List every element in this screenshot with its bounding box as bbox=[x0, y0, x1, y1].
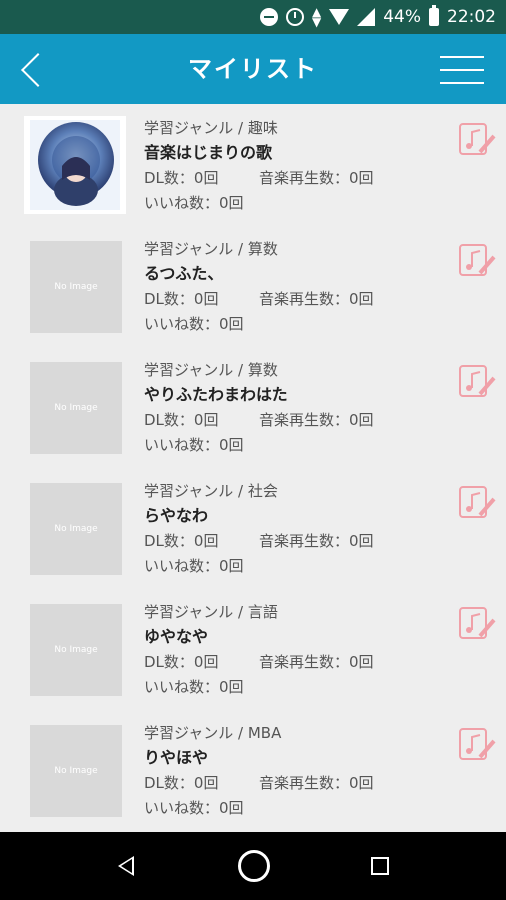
app-header: マイリスト bbox=[0, 34, 506, 104]
download-count: DL数：0回 bbox=[144, 290, 219, 308]
wifi-icon bbox=[329, 9, 350, 25]
item-genre: 学習ジャンル / 言語 bbox=[144, 603, 278, 621]
like-count: いいね数：0回 bbox=[144, 194, 244, 212]
data-transfer-icon: ▲ ▼ bbox=[311, 5, 322, 29]
nav-back-icon[interactable] bbox=[118, 856, 134, 876]
do-not-disturb-icon bbox=[259, 8, 278, 26]
no-image-placeholder: No Image bbox=[30, 483, 122, 575]
play-count: 音楽再生数：0回 bbox=[259, 532, 374, 550]
play-count: 音楽再生数：0回 bbox=[259, 774, 374, 792]
thumbnail-image bbox=[24, 116, 126, 214]
item-genre: 学習ジャンル / 社会 bbox=[144, 482, 278, 500]
no-image-placeholder: No Image bbox=[30, 604, 122, 696]
download-count: DL数：0回 bbox=[144, 653, 219, 671]
music-edit-icon[interactable] bbox=[458, 241, 498, 281]
download-count: DL数：0回 bbox=[144, 169, 219, 187]
music-edit-icon[interactable] bbox=[458, 483, 498, 523]
music-edit-icon[interactable] bbox=[458, 120, 498, 160]
play-count: 音楽再生数：0回 bbox=[259, 290, 374, 308]
status-bar: ▲ ▼ 44% 22:02 bbox=[0, 0, 506, 34]
alarm-icon bbox=[285, 8, 304, 26]
play-count: 音楽再生数：0回 bbox=[259, 411, 374, 429]
item-title: りやほや bbox=[144, 748, 209, 767]
item-genre: 学習ジャンル / MBA bbox=[144, 724, 282, 742]
like-count: いいね数：0回 bbox=[144, 436, 244, 454]
signal-icon bbox=[357, 8, 376, 26]
like-count: いいね数：0回 bbox=[144, 315, 244, 333]
hamburger-menu-icon[interactable] bbox=[440, 56, 484, 84]
no-image-placeholder: No Image bbox=[30, 241, 122, 333]
clock: 22:02 bbox=[447, 7, 496, 27]
music-edit-icon[interactable] bbox=[458, 725, 498, 765]
list-item[interactable]: No Image 学習ジャンル / 算数 やりふたわまわはた DL数：0回 音楽… bbox=[0, 346, 506, 467]
list-item[interactable]: No Image 学習ジャンル / 言語 ゆやなや DL数：0回 音楽再生数：0… bbox=[0, 588, 506, 709]
like-count: いいね数：0回 bbox=[144, 678, 244, 696]
item-title: 音楽はじまりの歌 bbox=[144, 143, 273, 162]
play-count: 音楽再生数：0回 bbox=[259, 653, 374, 671]
like-count: いいね数：0回 bbox=[144, 557, 244, 575]
music-edit-icon[interactable] bbox=[458, 362, 498, 402]
list-item[interactable]: No Image 学習ジャンル / MBA りやほや DL数：0回 音楽再生数：… bbox=[0, 709, 506, 830]
item-genre: 学習ジャンル / 算数 bbox=[144, 240, 278, 258]
item-title: やりふたわまわはた bbox=[144, 385, 288, 404]
list-item[interactable]: No Image 学習ジャンル / 社会 らやなわ DL数：0回 音楽再生数：0… bbox=[0, 467, 506, 588]
play-count: 音楽再生数：0回 bbox=[259, 169, 374, 187]
battery-icon bbox=[429, 5, 439, 26]
battery-percentage: 44% bbox=[383, 7, 421, 27]
list-item[interactable]: No Image 学習ジャンル / 算数 るつふた、 DL数：0回 音楽再生数：… bbox=[0, 225, 506, 346]
no-image-placeholder: No Image bbox=[30, 725, 122, 817]
download-count: DL数：0回 bbox=[144, 532, 219, 550]
like-count: いいね数：0回 bbox=[144, 799, 244, 817]
item-title: ゆやなや bbox=[144, 627, 209, 646]
my-list: 学習ジャンル / 趣味 音楽はじまりの歌 DL数：0回 音楽再生数：0回 いいね… bbox=[0, 104, 506, 830]
no-image-placeholder: No Image bbox=[30, 362, 122, 454]
item-title: るつふた、 bbox=[144, 264, 224, 283]
nav-recent-apps-icon[interactable] bbox=[371, 857, 389, 875]
item-genre: 学習ジャンル / 趣味 bbox=[144, 119, 278, 137]
nav-home-icon[interactable] bbox=[238, 850, 270, 882]
item-genre: 学習ジャンル / 算数 bbox=[144, 361, 278, 379]
download-count: DL数：0回 bbox=[144, 411, 219, 429]
download-count: DL数：0回 bbox=[144, 774, 219, 792]
system-nav-bar bbox=[0, 832, 506, 900]
item-title: らやなわ bbox=[144, 506, 209, 525]
music-edit-icon[interactable] bbox=[458, 604, 498, 644]
page-title: マイリスト bbox=[188, 55, 318, 83]
list-item[interactable]: 学習ジャンル / 趣味 音楽はじまりの歌 DL数：0回 音楽再生数：0回 いいね… bbox=[0, 104, 506, 225]
